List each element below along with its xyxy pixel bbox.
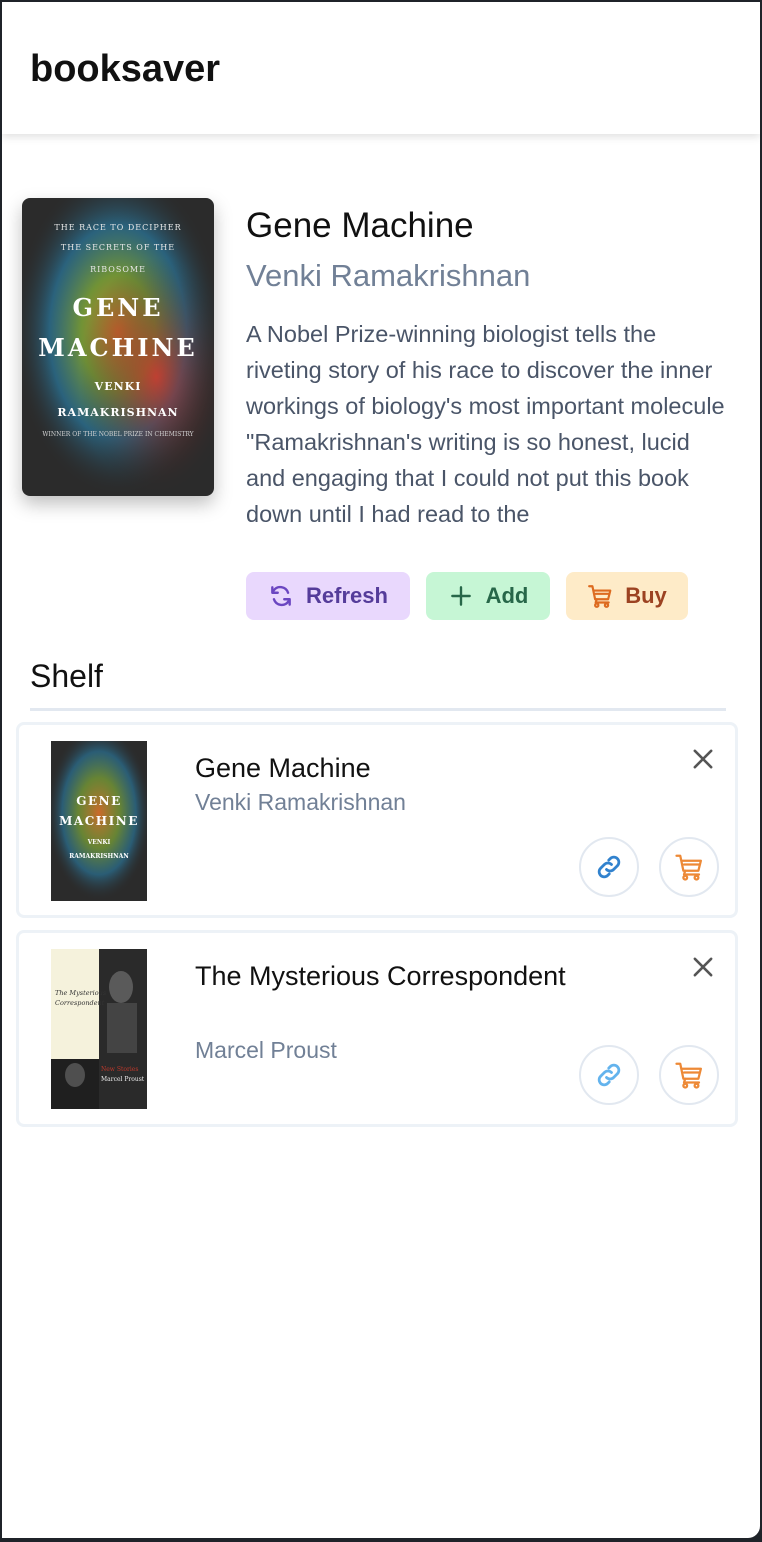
featured-book-author: Venki Ramakrishnan bbox=[246, 258, 531, 293]
refresh-button-label: Refresh bbox=[306, 583, 388, 608]
shelf-cover-title-2: Correspondent bbox=[55, 999, 105, 1007]
shelf-cover-sub-1: New Stories bbox=[101, 1066, 138, 1073]
refresh-icon bbox=[271, 585, 291, 607]
cover-tagline-3: RIBOSOME bbox=[90, 265, 146, 274]
shelf-cover-title-2: MACHINE bbox=[59, 814, 139, 828]
shelf-item-title: The Mysterious Correspondent bbox=[195, 961, 566, 991]
shelf-item-title: Gene Machine bbox=[195, 753, 371, 783]
cover-award: WINNER OF THE NOBEL PRIZE IN CHEMISTRY bbox=[42, 431, 194, 438]
close-icon[interactable] bbox=[689, 745, 717, 773]
link-button[interactable] bbox=[579, 1045, 639, 1105]
app-title: booksaver bbox=[30, 48, 221, 90]
shelf-cover-sub-2: Marcel Proust bbox=[101, 1076, 145, 1083]
cover-tagline-2: THE SECRETS OF THE bbox=[61, 243, 175, 252]
shelf-item: GENE MACHINE VENKI RAMAKRISHNAN Gene Mac… bbox=[16, 722, 738, 918]
cover-title-2: MACHINE bbox=[38, 333, 197, 362]
shelf-item: The Mysterious Correspondent New Stories… bbox=[16, 930, 738, 1127]
shelf-item-cover: The Mysterious Correspondent New Stories… bbox=[51, 949, 147, 1109]
featured-book-cover: THE RACE TO DECIPHER THE SECRETS OF THE … bbox=[22, 198, 214, 496]
cover-tagline-1: THE RACE TO DECIPHER bbox=[54, 223, 181, 232]
link-icon bbox=[597, 855, 621, 879]
shelf-item-author: Marcel Proust bbox=[195, 1037, 337, 1063]
close-icon[interactable] bbox=[689, 953, 717, 981]
cart-icon bbox=[675, 1062, 702, 1089]
link-button[interactable] bbox=[579, 837, 639, 897]
app-window: booksaver THE RACE TO DECIPHER THE SECRE… bbox=[2, 2, 760, 1538]
shelf-cover-title-1: GENE bbox=[76, 794, 122, 808]
buy-button-label: Buy bbox=[625, 583, 667, 608]
shelf-item-author: Venki Ramakrishnan bbox=[195, 789, 406, 815]
add-button[interactable]: Add bbox=[426, 572, 550, 620]
link-icon bbox=[597, 1063, 621, 1087]
cover-title-1: GENE bbox=[72, 293, 163, 322]
featured-book-description: A Nobel Prize-winning biologist tells th… bbox=[246, 321, 725, 527]
shelf-cover-art: The Mysterious Correspondent New Stories… bbox=[51, 949, 147, 1109]
plus-icon bbox=[450, 586, 471, 606]
shelf-cover-art: GENE MACHINE VENKI RAMAKRISHNAN bbox=[51, 741, 147, 901]
featured-book-title: Gene Machine bbox=[246, 206, 474, 245]
add-button-label: Add bbox=[485, 583, 529, 608]
cover-author-1: VENKI bbox=[94, 380, 142, 393]
refresh-button[interactable]: Refresh bbox=[246, 572, 410, 620]
shelf-item-cover: GENE MACHINE VENKI RAMAKRISHNAN bbox=[51, 741, 147, 901]
cart-icon bbox=[675, 854, 702, 881]
buy-button[interactable]: Buy bbox=[566, 572, 688, 620]
app-header: booksaver bbox=[2, 2, 760, 134]
shelf-cover-title-1: The Mysterious bbox=[55, 989, 107, 997]
shelf-cover-author-1: VENKI bbox=[87, 839, 111, 846]
cart-icon bbox=[588, 585, 612, 608]
buy-icon-button[interactable] bbox=[659, 1045, 719, 1105]
shelf-heading: Shelf bbox=[30, 658, 103, 694]
shelf-divider bbox=[30, 708, 726, 711]
shelf-cover-author-2: RAMAKRISHNAN bbox=[69, 853, 129, 860]
cover-author-2: RAMAKRISHNAN bbox=[57, 406, 178, 419]
buy-icon-button[interactable] bbox=[659, 837, 719, 897]
featured-cover-art: THE RACE TO DECIPHER THE SECRETS OF THE … bbox=[22, 198, 214, 496]
